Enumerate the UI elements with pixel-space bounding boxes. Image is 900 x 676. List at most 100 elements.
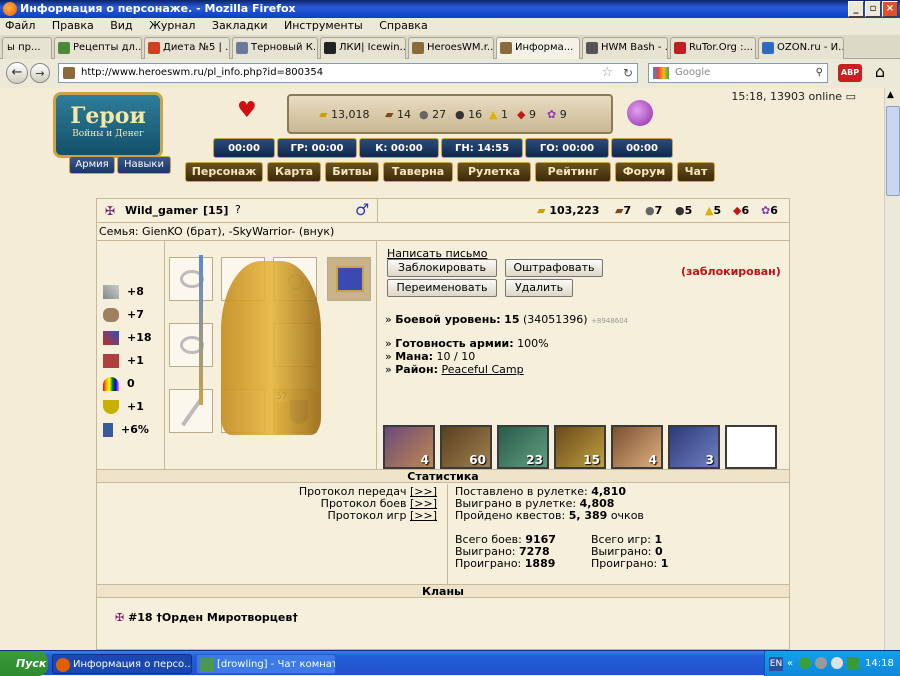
tray-icon[interactable] [847, 657, 859, 669]
menu-help[interactable]: Справка [379, 19, 427, 32]
tab-label: Терновый К... [251, 42, 318, 53]
close-button[interactable]: × [882, 1, 898, 17]
search-icon[interactable]: ⚲ [816, 64, 823, 82]
stat-label: Проиграно: [455, 557, 522, 570]
army-unit[interactable]: 4 [611, 425, 663, 469]
skills-button[interactable]: Навыки [117, 156, 171, 174]
browser-tab[interactable]: Терновый К... [232, 37, 318, 59]
bookmark-star-icon[interactable]: ☆ [601, 64, 613, 82]
ring2-slot[interactable] [169, 323, 213, 367]
army-unit[interactable]: 4 [383, 425, 435, 469]
clan-link[interactable]: #18 †Орден Миротворцев† [128, 611, 298, 624]
clock-time: 14:18 [865, 658, 894, 669]
search-box[interactable]: Google ⚲ [648, 63, 828, 83]
district-link[interactable]: Peaceful Camp [441, 363, 523, 376]
timer: ГО: 00:00 [525, 138, 609, 158]
player-crystal-value: 6 [741, 204, 750, 217]
stat-value: +18 [127, 331, 152, 344]
language-indicator[interactable]: EN [769, 657, 783, 671]
window-title: Информация о персонаже. - Mozilla Firefo… [20, 2, 296, 15]
delete-button[interactable]: Удалить [505, 279, 573, 297]
taskbar-chat[interactable]: [drowling] - Чат комнат... [196, 654, 336, 674]
army-button[interactable]: Армия [69, 156, 115, 174]
army-unit[interactable]: 60 [440, 425, 492, 469]
army-unit[interactable]: 23 [497, 425, 549, 469]
tab-label: HeroesWM.r... [427, 42, 494, 53]
army-unit[interactable]: 3 [668, 425, 720, 469]
start-button[interactable]: Пуск [0, 651, 48, 676]
protocol-links: Протокол передач [>>] Протокол боев [>>]… [297, 486, 437, 522]
luck-icon [103, 377, 119, 391]
scrollbar-thumb[interactable] [886, 106, 900, 196]
browser-tab[interactable]: Диета №5 | ... [144, 37, 230, 59]
menu-history[interactable]: Журнал [149, 19, 195, 32]
maximize-button[interactable]: ▫ [865, 1, 881, 17]
tray-icon[interactable] [831, 657, 843, 669]
game-logo[interactable]: Герои Войны и Денег [53, 92, 163, 158]
menu-tools[interactable]: Инструменты [284, 19, 363, 32]
nav-character[interactable]: Персонаж [185, 162, 263, 182]
attack-icon [103, 285, 119, 299]
tab-label: Рецепты дл... [73, 42, 142, 53]
forward-button[interactable]: → [30, 63, 50, 83]
clock-text: 15:18, 13903 online [731, 90, 843, 103]
protocol-games-link[interactable]: [>>] [410, 509, 437, 522]
nav-chat[interactable]: Чат [677, 162, 715, 182]
stat-attack: +8 [103, 285, 144, 299]
nav-tavern[interactable]: Таверна [383, 162, 453, 182]
browser-tab-active[interactable]: Информа... [496, 37, 580, 59]
server-clock: 15:18, 13903 online ▭ [731, 90, 856, 103]
browser-tab[interactable]: Рецепты дл... [54, 37, 142, 59]
reload-icon[interactable]: ↻ [623, 64, 633, 82]
weapon-slot[interactable] [169, 389, 213, 433]
games-lost: Проиграно: 1 [591, 558, 668, 570]
browser-tab[interactable]: ы пр... [2, 37, 52, 59]
tray-icon[interactable] [799, 657, 811, 669]
block-button[interactable]: Заблокировать [387, 259, 497, 277]
tray-expand-icon[interactable]: « [787, 651, 793, 676]
mercury-resource: ● 16 [455, 108, 483, 121]
browser-tab[interactable]: HWM Bash - ... [582, 37, 668, 59]
nav-rating[interactable]: Рейтинг [535, 162, 611, 182]
menu-bookmarks[interactable]: Закладки [212, 19, 268, 32]
army-unit-empty[interactable] [725, 425, 777, 469]
army-unit[interactable]: 15 [554, 425, 606, 469]
battles-lost: Проиграно: 1889 [455, 558, 556, 570]
nav-roulette[interactable]: Рулетка [457, 162, 531, 182]
tab-label: ы пр... [7, 42, 41, 53]
mana-flask-icon [627, 100, 653, 126]
home-icon[interactable]: ⌂ [868, 62, 892, 84]
taskbar-firefox[interactable]: Информация о персо... [52, 654, 192, 674]
clan-entry: ✠ #18 †Орден Миротворцев† [115, 611, 298, 624]
browser-tab[interactable]: OZON.ru - И... [758, 37, 844, 59]
player-mercury: ●5 [675, 204, 693, 217]
browser-tab[interactable]: HeroesWM.r... [408, 37, 494, 59]
player-sulfur: ▲5 [705, 204, 722, 217]
favicon-icon [58, 42, 70, 54]
spellbook-slot[interactable] [327, 257, 371, 301]
ring-slot[interactable] [169, 257, 213, 301]
info-icon[interactable]: ? [235, 203, 241, 216]
minimize-button[interactable]: _ [848, 1, 864, 17]
scroll-up-icon[interactable]: ▲ [887, 90, 894, 100]
url-bar[interactable]: http://www.heroeswm.ru/pl_info.php?id=80… [58, 63, 638, 83]
vertical-scrollbar[interactable]: ▲ [884, 88, 900, 650]
stat-value: +7 [127, 308, 144, 321]
fine-button[interactable]: Оштрафовать [505, 259, 603, 277]
message-icon[interactable]: ▭ [846, 90, 856, 103]
rename-button[interactable]: Переименовать [387, 279, 497, 297]
menu-view[interactable]: Вид [110, 19, 132, 32]
menu-file[interactable]: Файл [5, 19, 35, 32]
nav-battles[interactable]: Битвы [325, 162, 379, 182]
menu-edit[interactable]: Правка [52, 19, 94, 32]
nav-map[interactable]: Карта [267, 162, 321, 182]
browser-tab[interactable]: RuTor.Org :... [670, 37, 756, 59]
nav-forum[interactable]: Форум [615, 162, 673, 182]
back-button[interactable]: ← [6, 62, 28, 84]
tray-icon[interactable] [815, 657, 827, 669]
player-gem: ✿6 [761, 204, 778, 217]
browser-tab[interactable]: ЛКИ| Icewin... [320, 37, 406, 59]
tab-label: HWM Bash - ... [601, 42, 668, 53]
adblock-icon[interactable]: ABP [838, 64, 862, 82]
player-ore-value: 7 [654, 204, 663, 217]
